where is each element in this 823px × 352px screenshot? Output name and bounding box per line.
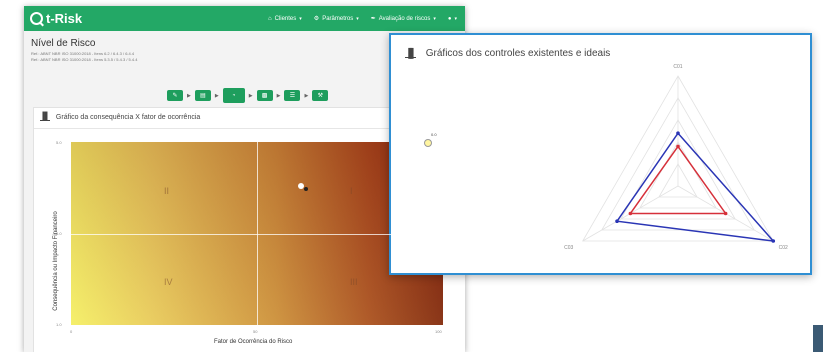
chevron-down-icon: ▾ <box>356 15 359 22</box>
radar-series-point <box>676 144 680 149</box>
arrow-right-icon: ▶ <box>214 92 219 99</box>
panel-header: ▐▌ Gráfico da consequência X fator de oc… <box>40 113 201 121</box>
wrench-icon: ✒ <box>370 16 376 22</box>
logo[interactable]: t-Risk <box>30 10 82 27</box>
radar-chart-window: C01 C02 C03 ▐▌ Gráficos dos controles exis… <box>389 33 812 275</box>
quadrant-label: IV <box>164 277 173 288</box>
chevron-down-icon: ▾ <box>299 15 302 22</box>
risk-point[interactable] <box>424 139 432 147</box>
quadrant-label: III <box>350 277 358 288</box>
home-icon: ⌂ <box>267 15 272 22</box>
radar-series-point <box>628 211 633 216</box>
radar-chart: C01 C02 C03 <box>564 64 788 251</box>
car-icon: ▩ <box>261 93 268 99</box>
reference-line: Ref.: ABNT NBR ISO 31000:2018 - Itens 6.… <box>31 51 135 56</box>
quadrant-label: II <box>164 185 170 196</box>
user-icon: ● <box>447 15 452 22</box>
arrow-right-icon: ▶ <box>248 92 253 99</box>
radar-series-point <box>615 219 619 223</box>
bar-chart-icon: ▐▌ <box>40 113 50 121</box>
step-edit-button[interactable]: ✎ <box>167 90 183 101</box>
x-tick-label: 100 <box>435 329 442 334</box>
arrow-right-icon: ▶ <box>187 92 191 99</box>
document-icon: ▤ <box>200 93 206 99</box>
background-edge <box>813 325 823 352</box>
risk-heatmap: II I IV III 0.0 <box>71 132 443 325</box>
x-tick-label: 50 <box>253 329 258 334</box>
step-list-button[interactable]: ☰ <box>284 90 301 101</box>
step-document-button[interactable]: ▤ <box>194 90 211 101</box>
logo-icon <box>30 12 43 25</box>
step-gavel-button[interactable]: ⚒ <box>312 90 329 101</box>
pie-icon: ◔ <box>231 92 236 99</box>
nav-parametros[interactable]: ⚙ Parâmetros ▾ <box>313 15 359 23</box>
quadrant-label: I <box>350 185 353 196</box>
nav-menu: ⌂ Clientes ▾ ⚙ Parâmetros ▾ ✒ Avaliação … <box>268 6 457 31</box>
nav-user[interactable]: ● ▾ <box>448 16 457 22</box>
point-label: 0.0 <box>431 132 437 137</box>
radar-axis-label: C02 <box>779 245 788 251</box>
radar-title: Gráficos dos controles existentes e idea… <box>425 48 611 59</box>
gear-icon: ⚙ <box>313 16 320 22</box>
list-icon: ☰ <box>289 93 296 99</box>
page-title: Nível de Risco <box>31 38 96 49</box>
workflow-stepper: ✎ ▶ ▤ ▶ ◔ ▶ ▩ ▶ ☰ ▶ ⚒ <box>167 88 329 103</box>
chevron-down-icon: ▾ <box>433 15 436 22</box>
bar-chart-icon: ▐▌ <box>405 48 417 58</box>
radar-series-point <box>771 239 776 243</box>
step-car-button[interactable]: ▩ <box>256 90 273 101</box>
nav-clientes[interactable]: ⌂ Clientes ▾ <box>268 16 302 22</box>
radar-header: ▐▌ Gráficos dos controles existentes e i… <box>405 48 610 59</box>
chevron-down-icon: ▾ <box>454 15 457 22</box>
panel-title: Gráfico da consequência X fator de ocorr… <box>55 114 201 121</box>
risk-point[interactable] <box>304 187 308 191</box>
y-tick-label: 5.0 <box>56 140 62 145</box>
x-axis-label: Fator de Ocorrência do Risco <box>214 339 293 345</box>
grid-line <box>71 233 443 235</box>
radar-axis-label: C01 <box>673 64 682 70</box>
x-tick-label: 0 <box>70 329 73 334</box>
pencil-icon: ✎ <box>172 93 178 99</box>
gavel-icon: ⚒ <box>317 93 323 99</box>
arrow-right-icon: ▶ <box>304 92 309 99</box>
navbar: t-Risk ⌂ Clientes ▾ ⚙ Parâmetros ▾ ✒ Ava… <box>24 6 465 31</box>
reference-line: Ref.: ABNT NBR ISO 31000:2018 - Itens 5.… <box>31 57 138 62</box>
nav-avaliacao[interactable]: ✒ Avaliação de riscos ▾ <box>370 15 436 23</box>
radar-axis-label: C03 <box>564 245 573 251</box>
logo-text: t-Risk <box>46 11 83 26</box>
step-chart-button[interactable]: ◔ <box>222 88 245 103</box>
arrow-right-icon: ▶ <box>276 92 281 99</box>
y-axis-label: Consequência ou Impacto Financeiro <box>53 211 59 311</box>
radar-series-point <box>676 131 680 135</box>
radar-series-point <box>723 211 728 216</box>
